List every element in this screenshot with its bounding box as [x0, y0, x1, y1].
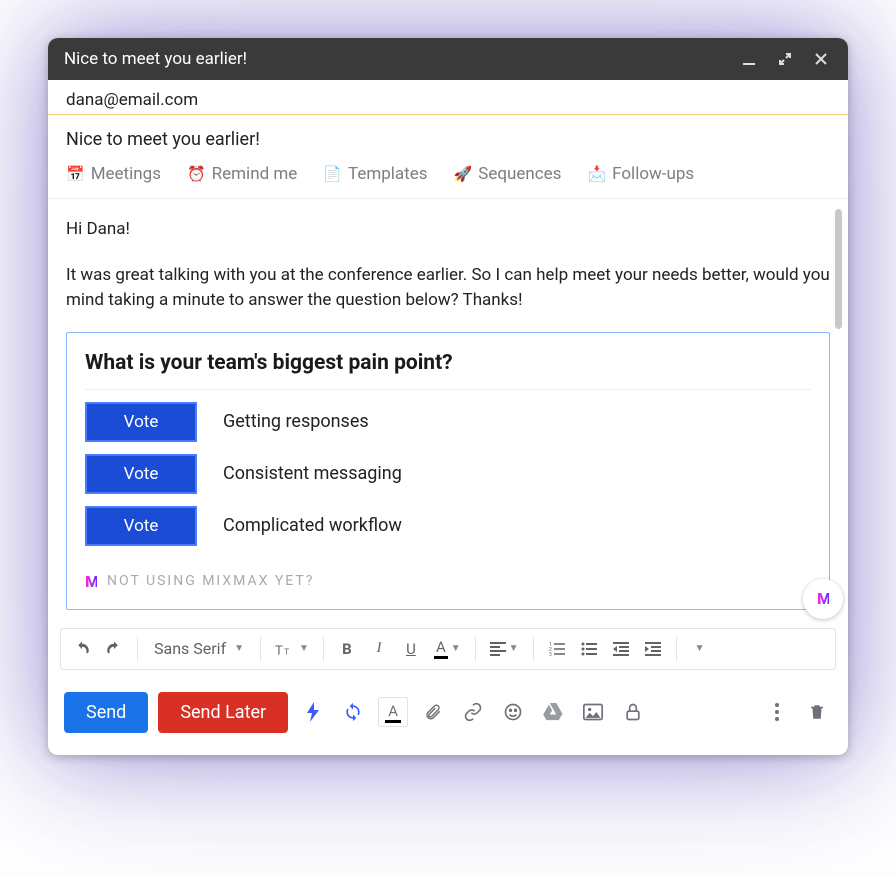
- attach-icon[interactable]: [418, 697, 448, 727]
- poll-option-2: Vote Complicated workflow: [85, 506, 811, 546]
- subject-field[interactable]: Nice to meet you earlier!: [48, 115, 848, 160]
- chevron-down-icon: ▼: [695, 643, 705, 654]
- italic-button[interactable]: I: [366, 635, 392, 663]
- poll-option-label: Getting responses: [223, 411, 369, 432]
- email-body[interactable]: Hi Dana! It was great talking with you a…: [48, 199, 848, 614]
- vote-button[interactable]: Vote: [85, 506, 197, 546]
- poll-widget: What is your team's biggest pain point? …: [66, 332, 830, 610]
- svg-text:T: T: [284, 647, 289, 656]
- window-title: Nice to meet you earlier!: [64, 49, 247, 69]
- enh-templates[interactable]: 📄 Templates: [323, 164, 427, 184]
- mixmax-badge[interactable]: M: [803, 579, 843, 619]
- enh-meetings[interactable]: 📅 Meetings: [66, 164, 161, 184]
- bullet-list-button[interactable]: [576, 635, 602, 663]
- image-icon[interactable]: [578, 697, 608, 727]
- mixmax-logo-icon: M: [85, 572, 97, 591]
- send-later-button[interactable]: Send Later: [158, 692, 288, 733]
- numbered-list-button[interactable]: 123: [544, 635, 570, 663]
- rocket-icon: 🚀: [454, 165, 473, 183]
- drive-icon[interactable]: [538, 697, 568, 727]
- svg-text:3: 3: [549, 652, 552, 656]
- body-scrollbar[interactable]: [834, 209, 844, 608]
- enh-remind-label: Remind me: [212, 164, 298, 184]
- text-color-button[interactable]: A ▼: [430, 635, 465, 663]
- svg-text:T: T: [275, 642, 283, 657]
- bolt-icon[interactable]: [298, 697, 328, 727]
- trash-icon[interactable]: [802, 697, 832, 727]
- send-button[interactable]: Send: [64, 692, 148, 733]
- recipient-field[interactable]: dana@email.com: [48, 80, 848, 115]
- alarm-icon: ⏰: [187, 165, 206, 183]
- indent-less-button[interactable]: [608, 635, 634, 663]
- font-family-select[interactable]: Sans Serif ▼: [148, 635, 250, 663]
- poll-option-label: Complicated workflow: [223, 515, 402, 536]
- document-icon: 📄: [323, 165, 342, 183]
- bold-button[interactable]: B: [334, 635, 360, 663]
- mixmax-cta-label: Not using Mixmax yet?: [107, 573, 314, 589]
- body-greeting: Hi Dana!: [66, 217, 830, 243]
- chevron-down-icon: ▼: [509, 643, 519, 654]
- enh-followups-label: Follow-ups: [612, 164, 694, 184]
- envelope-icon: 📩: [587, 165, 606, 183]
- enh-remind[interactable]: ⏰ Remind me: [187, 164, 297, 184]
- minimize-icon[interactable]: [738, 48, 760, 70]
- format-toolbar: Sans Serif ▼ TT ▼ B I U A ▼ ▼ 123: [60, 628, 836, 670]
- vote-button[interactable]: Vote: [85, 402, 197, 442]
- body-scrollbar-thumb[interactable]: [835, 209, 842, 329]
- close-icon[interactable]: [810, 48, 832, 70]
- poll-option-0: Vote Getting responses: [85, 402, 811, 442]
- expand-icon[interactable]: [774, 48, 796, 70]
- redo-button[interactable]: [101, 635, 127, 663]
- subject-value: Nice to meet you earlier!: [66, 129, 260, 150]
- underline-button[interactable]: U: [398, 635, 424, 663]
- chevron-down-icon: ▼: [451, 643, 461, 654]
- sync-icon[interactable]: [338, 697, 368, 727]
- enh-meetings-label: Meetings: [91, 164, 161, 184]
- recipient-value: dana@email.com: [66, 90, 198, 110]
- text-style-button[interactable]: A: [378, 697, 408, 727]
- link-icon[interactable]: [458, 697, 488, 727]
- window-titlebar: Nice to meet you earlier!: [48, 38, 848, 80]
- poll-option-label: Consistent messaging: [223, 463, 402, 484]
- body-paragraph: It was great talking with you at the con…: [66, 263, 830, 314]
- vote-button[interactable]: Vote: [85, 454, 197, 494]
- enh-sequences-label: Sequences: [478, 164, 561, 184]
- more-options-icon[interactable]: [762, 697, 792, 727]
- enhancements-bar: 📅 Meetings ⏰ Remind me 📄 Templates 🚀 Seq…: [48, 160, 848, 199]
- lock-time-icon[interactable]: [618, 697, 648, 727]
- font-size-button[interactable]: TT ▼: [271, 635, 313, 663]
- mixmax-cta[interactable]: M Not using Mixmax yet?: [85, 572, 811, 591]
- indent-more-button[interactable]: [640, 635, 666, 663]
- chevron-down-icon: ▼: [234, 643, 244, 654]
- toolbar-more-button[interactable]: ▼: [687, 635, 713, 663]
- undo-button[interactable]: [69, 635, 95, 663]
- compose-window: Nice to meet you earlier! dana@email.com…: [48, 38, 848, 755]
- chevron-down-icon: ▼: [299, 643, 309, 654]
- calendar-icon: 📅: [66, 165, 85, 183]
- enh-templates-label: Templates: [348, 164, 428, 184]
- poll-question: What is your team's biggest pain point?: [85, 351, 811, 390]
- align-button[interactable]: ▼: [486, 635, 523, 663]
- compose-actions: Send Send Later A: [48, 670, 848, 755]
- enh-followups[interactable]: 📩 Follow-ups: [587, 164, 694, 184]
- emoji-icon[interactable]: [498, 697, 528, 727]
- enh-sequences[interactable]: 🚀 Sequences: [454, 164, 562, 184]
- font-family-label: Sans Serif: [154, 639, 226, 658]
- poll-option-1: Vote Consistent messaging: [85, 454, 811, 494]
- mixmax-logo-icon: M: [817, 589, 829, 608]
